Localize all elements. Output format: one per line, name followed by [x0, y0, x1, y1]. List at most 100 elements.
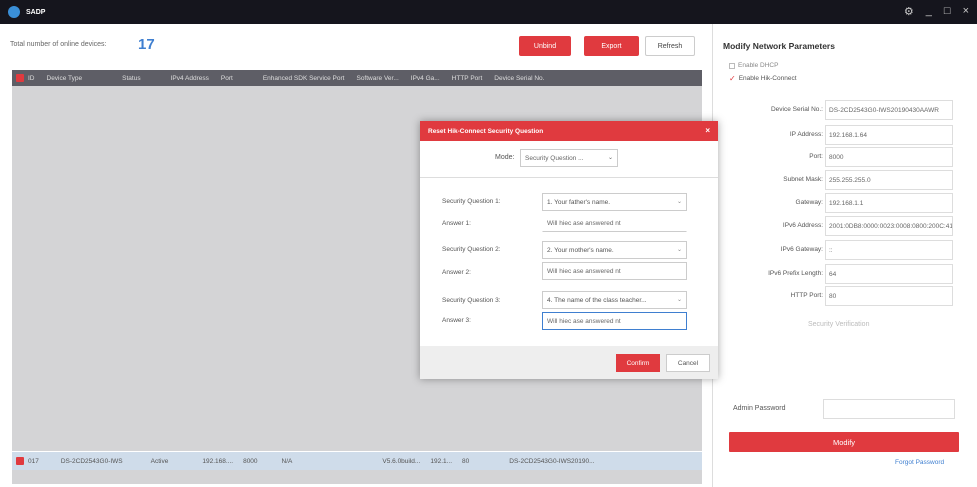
chevron-down-icon: ⌄: [607, 155, 613, 161]
field-row: IP Address: 192.168.1.64: [713, 125, 977, 145]
col-ipv4-gateway[interactable]: IPv4 Ga...: [411, 75, 440, 82]
answer-2-input[interactable]: Will hiec ase answered nt: [542, 262, 687, 280]
col-ipv4[interactable]: IPv4 Address: [171, 75, 209, 82]
mode-select[interactable]: Security Question ... ⌄: [520, 149, 618, 167]
question-2-select[interactable]: 2. Your mother's name. ⌄: [542, 241, 687, 259]
cell-http-port: 80: [462, 457, 470, 465]
title-bar: SADP ⚙ _ □ ×: [0, 0, 977, 24]
answer-2-label: Answer 2:: [442, 269, 471, 276]
answer-1-input[interactable]: Will hiec ase answered nt: [542, 214, 687, 232]
dialog-footer: Confirm Cancel: [420, 346, 718, 379]
close-button[interactable]: ×: [963, 5, 969, 18]
answer-3-label: Answer 3:: [442, 317, 471, 324]
col-serial[interactable]: Device Serial No.: [494, 75, 544, 82]
minimize-button[interactable]: _: [926, 5, 932, 18]
row-checkbox[interactable]: [16, 457, 24, 465]
col-http-port[interactable]: HTTP Port: [452, 75, 483, 82]
enable-dhcp-label: Enable DHCP: [738, 62, 779, 69]
chevron-down-icon: ⌄: [676, 199, 682, 205]
field-label: IPv6 Gateway:: [780, 246, 823, 253]
ip-address-field[interactable]: 192.168.1.64: [825, 125, 953, 145]
cancel-button[interactable]: Cancel: [666, 354, 710, 372]
cell-serial: DS-2CD2543G0-IWS20190...: [509, 457, 595, 465]
table-header: ID Device Type Status IPv4 Address Port …: [12, 70, 702, 86]
cell-enhanced-sdk: N/A: [281, 457, 293, 465]
port-field[interactable]: 8000: [825, 147, 953, 167]
cell-ipv4: 192.168....: [202, 457, 234, 465]
col-device-type[interactable]: Device Type: [47, 75, 83, 82]
toolbar: Total number of online devices: 17 Unbin…: [0, 24, 712, 68]
ipv6-prefix-field[interactable]: 64: [825, 264, 953, 284]
cell-software: V5.6.0build...: [382, 457, 421, 465]
question-1-label: Security Question 1:: [442, 198, 501, 205]
subnet-mask-field[interactable]: 255.255.255.0: [825, 170, 953, 190]
field-label: Gateway:: [795, 199, 823, 206]
dialog-header: Reset Hik-Connect Security Question ×: [420, 121, 718, 141]
col-id[interactable]: ID: [28, 75, 35, 82]
checkmark-icon: ✓: [729, 74, 736, 83]
col-status[interactable]: Status: [122, 75, 140, 82]
question-1-select[interactable]: 1. Your father's name. ⌄: [542, 193, 687, 211]
enable-hik-connect-checkbox[interactable]: ✓ Enable Hik-Connect: [729, 74, 797, 83]
cell-device-type: DS-2CD2543G0-IWS: [60, 457, 123, 465]
field-row: HTTP Port: 80: [713, 286, 977, 306]
table-row[interactable]: 017 DS-2CD2543G0-IWS Active 192.168.... …: [12, 452, 702, 470]
close-icon[interactable]: ×: [705, 126, 710, 135]
app-logo-icon: [8, 6, 20, 18]
col-software[interactable]: Software Ver...: [356, 75, 398, 82]
col-port[interactable]: Port: [221, 75, 233, 82]
field-label: HTTP Port:: [790, 292, 823, 299]
confirm-button[interactable]: Confirm: [616, 354, 660, 372]
answer-1-label: Answer 1:: [442, 220, 471, 227]
question-2-label: Security Question 2:: [442, 246, 501, 253]
field-row: Gateway: 192.168.1.1: [713, 193, 977, 213]
question-2-value: 2. Your mother's name.: [547, 247, 614, 254]
field-row: Device Serial No.: DS-2CD2543G0-IWS20190…: [713, 100, 977, 120]
ipv6-gateway-field[interactable]: ::: [825, 240, 953, 260]
unbind-button[interactable]: Unbind: [519, 36, 571, 56]
refresh-button[interactable]: Refresh: [645, 36, 695, 56]
modify-network-panel: Modify Network Parameters Enable DHCP ✓ …: [712, 24, 977, 487]
field-label: Port:: [809, 153, 823, 160]
admin-password-label: Admin Password: [733, 405, 786, 412]
cell-id: 017: [28, 457, 39, 465]
modify-button[interactable]: Modify: [729, 432, 959, 452]
field-label: Subnet Mask:: [783, 176, 823, 183]
dialog-title: Reset Hik-Connect Security Question: [428, 127, 544, 135]
enable-hik-connect-label: Enable Hik-Connect: [738, 75, 797, 82]
settings-icon[interactable]: ⚙: [904, 5, 914, 18]
col-enhanced-sdk[interactable]: Enhanced SDK Service Port: [263, 75, 345, 82]
cell-ipv4-gateway: 192.1...: [430, 457, 453, 465]
total-devices-count: 17: [138, 36, 155, 53]
question-3-value: 4. The name of the class teacher...: [547, 297, 647, 304]
field-label: IPv6 Prefix Length:: [768, 270, 823, 277]
ipv6-address-field[interactable]: 2001:0DB8:0000:0023:0008:0800:200C:417A: [825, 216, 953, 236]
question-1-value: 1. Your father's name.: [547, 199, 611, 206]
serial-number-field[interactable]: DS-2CD2543G0-IWS20190430AAWR: [825, 100, 953, 120]
chevron-down-icon: ⌄: [676, 297, 682, 303]
gateway-field[interactable]: 192.168.1.1: [825, 193, 953, 213]
field-label: IPv6 Address:: [782, 222, 823, 229]
cell-status: Active: [150, 457, 169, 465]
mode-value: Security Question ...: [525, 155, 584, 162]
field-label: IP Address:: [789, 131, 823, 138]
field-row: Port: 8000: [713, 147, 977, 167]
table-row[interactable]: [12, 470, 702, 484]
field-row: IPv6 Gateway: ::: [713, 240, 977, 260]
app-title: SADP: [26, 8, 46, 16]
answer-3-input[interactable]: Will hiec ase answered nt: [542, 312, 687, 330]
admin-password-input[interactable]: [823, 399, 955, 419]
cell-port: 8000: [243, 457, 258, 465]
mode-row: Mode: Security Question ... ⌄: [420, 141, 718, 177]
forgot-password-link[interactable]: Forgot Password: [895, 459, 944, 466]
question-3-select[interactable]: 4. The name of the class teacher... ⌄: [542, 291, 687, 309]
http-port-field[interactable]: 80: [825, 286, 953, 306]
field-label: Device Serial No.:: [770, 106, 823, 113]
maximize-button[interactable]: □: [944, 5, 951, 18]
mode-label: Mode:: [495, 154, 515, 161]
checkbox-box: [729, 62, 735, 69]
select-all-checkbox[interactable]: [16, 74, 24, 82]
enable-dhcp-checkbox[interactable]: Enable DHCP: [729, 62, 778, 69]
question-3-label: Security Question 3:: [442, 297, 501, 304]
export-button[interactable]: Export: [584, 36, 639, 56]
